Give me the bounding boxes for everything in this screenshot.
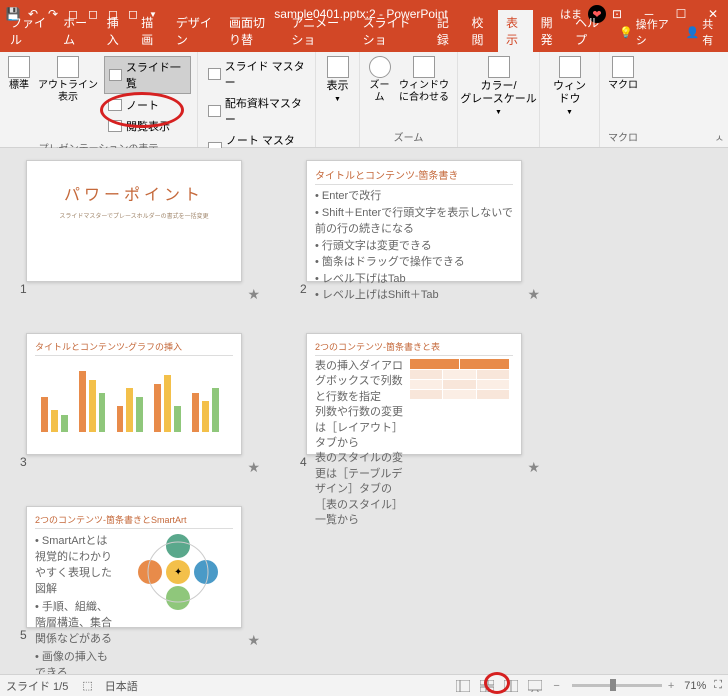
slide-thumb-2[interactable]: タイトルとコンテンツ-箇条書きEnterで改行Shift＋Enterで行頭文字を… (300, 160, 560, 303)
group-label: マクロ (608, 127, 638, 146)
fit-window-icon[interactable]: ⛶ (714, 679, 722, 692)
slide-number: 3 (20, 455, 27, 469)
slide-number: 5 (20, 628, 27, 642)
tab-2[interactable]: 挿入 (99, 10, 134, 52)
tab-7[interactable]: スライド ショ (355, 10, 429, 52)
slide-number: 2 (300, 282, 307, 296)
tab-12[interactable]: ヘルプ (567, 10, 611, 52)
outline-view-button[interactable]: アウトライン 表示 (34, 54, 102, 106)
group-macros: マクロ マクロ (600, 52, 646, 147)
slide-counter[interactable]: スライド 1/5 (6, 678, 68, 694)
reading-view-icon[interactable] (500, 678, 522, 694)
slide-thumb-1[interactable]: パワーポイントスライドマスターでプレースホルダーの書式を一括変更 1★ (20, 160, 280, 303)
group-window: ウィンドウ▼ (540, 52, 600, 147)
show-button[interactable]: 表示▼ (323, 54, 353, 107)
slide-thumb-4[interactable]: 2つのコンテンツ-箇条書きと表 表の挿入ダイアログボックスで列数と行数を指定列数… (300, 333, 560, 476)
tab-9[interactable]: 校閲 (463, 10, 498, 52)
tab-5[interactable]: 画面切り替 (221, 10, 283, 52)
zoom-out-icon[interactable]: − (553, 680, 559, 692)
tab-6[interactable]: アニメーショ (283, 10, 354, 52)
slide-thumb-3[interactable]: タイトルとコンテンツ-グラフの挿入 3★ (20, 333, 280, 476)
notes-page-button[interactable]: ノート (104, 95, 191, 115)
slide-number: 4 (300, 455, 307, 469)
normal-view-button[interactable]: 標準 (4, 54, 34, 94)
share-button[interactable]: 👤共有 (678, 12, 726, 52)
zoom-button[interactable]: ズーム (364, 54, 395, 106)
color-grayscale-button[interactable]: カラー/ グレースケール ▼ (456, 54, 540, 120)
zoom-slider[interactable] (572, 684, 662, 687)
ribbon: 標準 アウトライン 表示 スライド一覧 ノート 閲覧表示 プレゼンテーションの表… (0, 52, 728, 148)
zoom-level[interactable]: 71% (684, 680, 706, 692)
handout-master-button[interactable]: 配布資料マスター (204, 93, 309, 129)
tab-3[interactable]: 描画 (133, 10, 168, 52)
group-label (568, 131, 571, 146)
tell-me-button[interactable]: 💡操作アシ (611, 12, 678, 52)
group-show: 表示▼ (316, 52, 360, 147)
group-label (336, 131, 339, 146)
group-presentation-views: 標準 アウトライン 表示 スライド一覧 ノート 閲覧表示 プレゼンテーションの表… (0, 52, 198, 147)
slide-sorter-area[interactable]: パワーポイントスライドマスターでプレースホルダーの書式を一括変更 1★ タイトル… (0, 148, 728, 674)
sorter-view-icon[interactable] (476, 678, 498, 694)
animation-star-icon: ★ (527, 286, 540, 303)
language-indicator[interactable]: 日本語 (105, 678, 138, 694)
slideshow-icon[interactable] (524, 678, 546, 694)
slide-number: 1 (20, 282, 27, 296)
tab-1[interactable]: ホーム (55, 10, 99, 52)
slide-sorter-button[interactable]: スライド一覧 (104, 56, 191, 94)
slide-thumb-5[interactable]: 2つのコンテンツ-箇条書きとSmartArt SmartArtとは視覚的にわかり… (20, 506, 280, 649)
zoom-in-icon[interactable]: + (668, 680, 674, 692)
animation-star-icon: ★ (247, 632, 260, 649)
tab-0[interactable]: ファイル (2, 10, 55, 52)
group-zoom: ズーム ウィンドウ に合わせる ズーム (360, 52, 458, 147)
macros-button[interactable]: マクロ (604, 54, 642, 94)
spell-check-icon[interactable]: ⬚ (82, 679, 92, 692)
collapse-ribbon-icon[interactable]: ㅅ (715, 130, 724, 145)
fit-window-button[interactable]: ウィンドウ に合わせる (395, 54, 453, 106)
group-color: カラー/ グレースケール ▼ (458, 52, 540, 147)
tab-10[interactable]: 表示 (498, 10, 533, 52)
tab-11[interactable]: 開発 (533, 10, 568, 52)
group-label: ズーム (394, 127, 424, 146)
slide-master-button[interactable]: スライド マスター (204, 56, 309, 92)
group-label (497, 131, 500, 146)
animation-star-icon: ★ (247, 459, 260, 476)
ribbon-tabs: ファイルホーム挿入描画デザイン画面切り替アニメーショスライド ショ記録校閲表示開… (0, 28, 728, 52)
status-bar: スライド 1/5 ⬚ 日本語 − + 71% ⛶ (0, 674, 728, 696)
animation-star-icon: ★ (247, 286, 260, 303)
reading-view-button[interactable]: 閲覧表示 (104, 116, 191, 136)
animation-star-icon: ★ (527, 459, 540, 476)
window-button[interactable]: ウィンドウ▼ (544, 54, 595, 120)
tab-8[interactable]: 記録 (429, 10, 464, 52)
normal-view-icon[interactable] (452, 678, 474, 694)
group-master-views: スライド マスター 配布資料マスター ノート マスター マスター表示 (198, 52, 316, 147)
tab-4[interactable]: デザイン (168, 10, 221, 52)
